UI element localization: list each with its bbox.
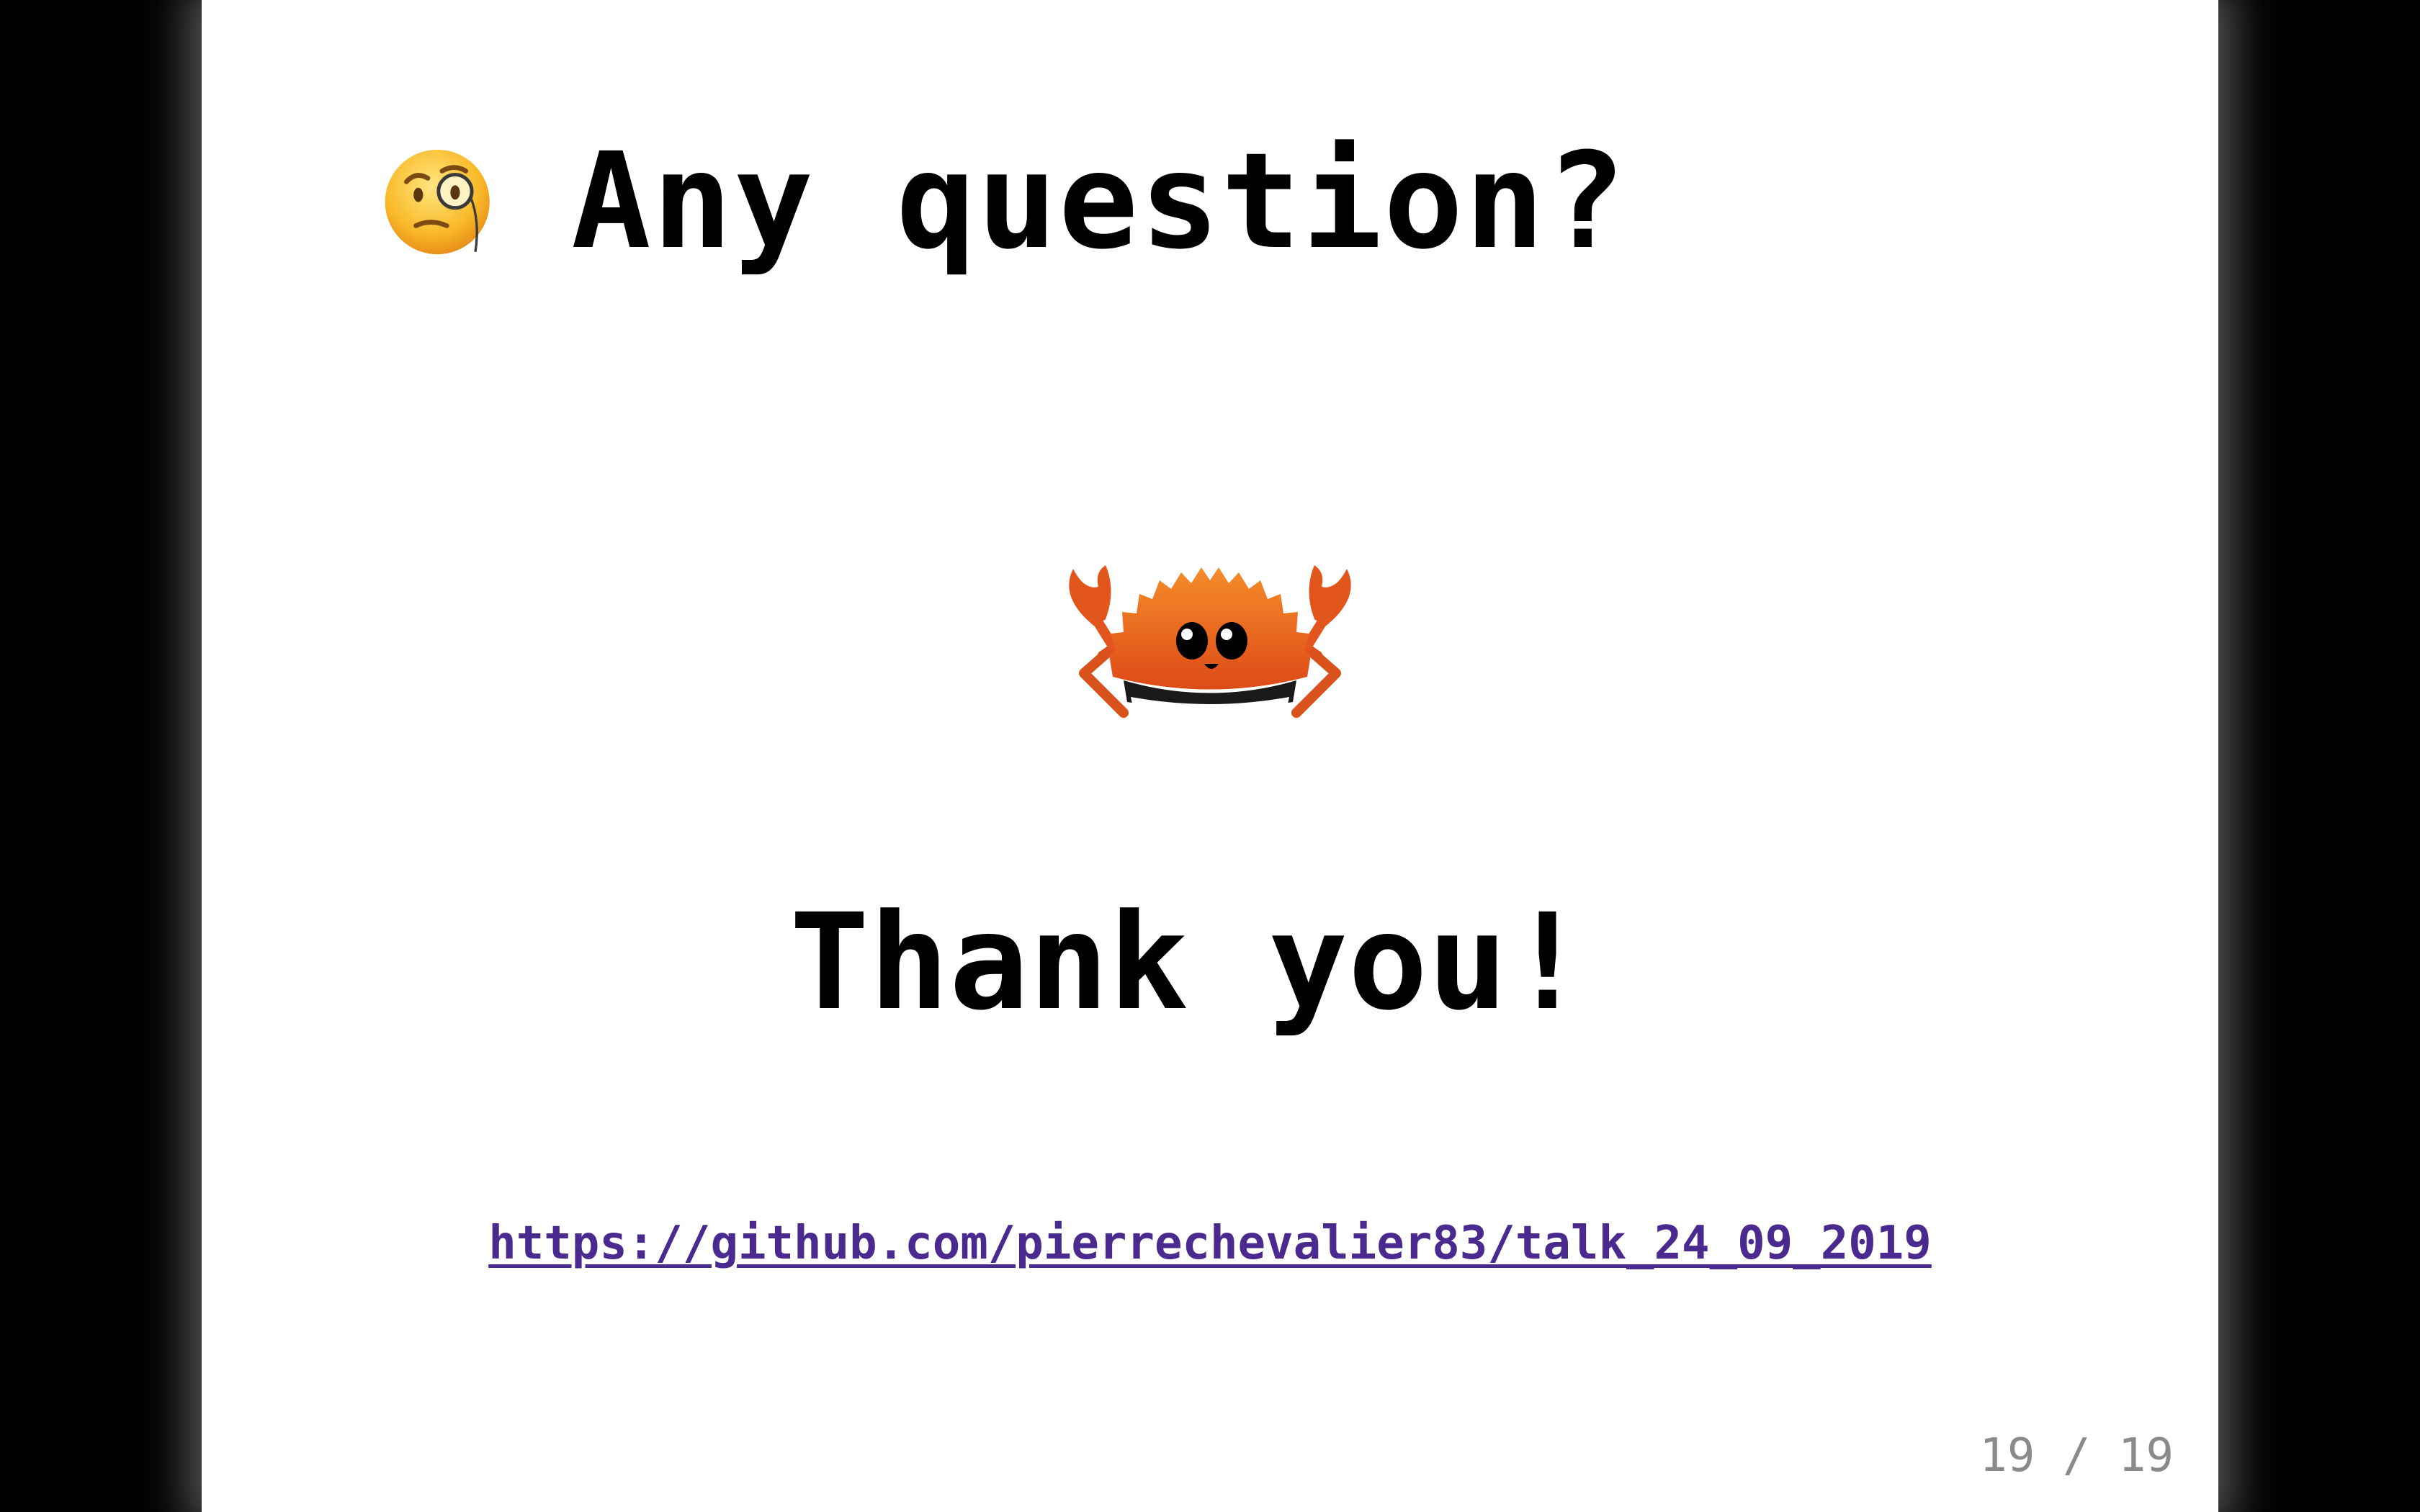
- slide-counter: 19 / 19: [1979, 1429, 2174, 1482]
- monocle-face-icon: [385, 149, 490, 254]
- thank-you-text: Thank you!: [789, 886, 1587, 1040]
- slide-heading: Any question?: [380, 125, 1627, 279]
- github-link[interactable]: https://github.com/pierrechevalier83/tal…: [202, 1217, 2218, 1270]
- slide: Any question? Thank you! https://github.…: [202, 0, 2218, 1512]
- presentation-viewport: Any question? Thank you! https://github.…: [0, 0, 2420, 1512]
- slide-heading-text: Any question?: [571, 125, 1628, 279]
- ferris-crab-icon: [1069, 565, 1351, 718]
